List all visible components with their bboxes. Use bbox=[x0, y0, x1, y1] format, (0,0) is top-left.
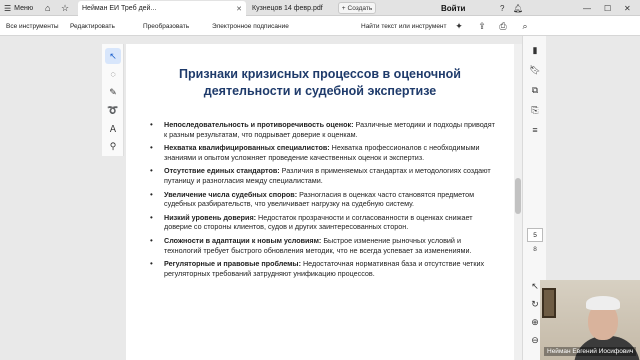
stamp-tool-icon[interactable]: ⚲ bbox=[105, 138, 121, 154]
bullet-heading: Отсутствие единых стандартов: bbox=[164, 166, 280, 176]
tab-label: Кузнецов 14 февр.pdf bbox=[252, 5, 323, 12]
menu-e-sign[interactable]: Электронное подписание bbox=[212, 16, 289, 36]
bullet-list: Непоследовательность и противоречивость … bbox=[150, 120, 496, 282]
toolbar: Все инструменты Редактировать Преобразов… bbox=[0, 16, 640, 36]
webcam-video: Нейман Евгений Иосифович bbox=[540, 280, 640, 360]
bullet-heading: Сложности в адаптации к новым условиям: bbox=[164, 235, 322, 245]
tab-document-2[interactable]: Кузнецов 14 февр.pdf bbox=[248, 1, 336, 16]
plus-icon: + bbox=[341, 4, 346, 12]
sign-in-button[interactable]: Войти bbox=[441, 0, 465, 16]
print-icon[interactable]: ⎙ bbox=[496, 19, 510, 33]
find-text-label: Найти текст или инструмент bbox=[361, 22, 447, 30]
sign-in-label: Войти bbox=[441, 3, 466, 13]
menu-edit[interactable]: Редактировать bbox=[70, 16, 115, 36]
text-tool-icon[interactable]: Ａ bbox=[105, 120, 121, 136]
bullet-heading: Низкий уровень доверия: bbox=[164, 212, 257, 222]
list-item: Непоследовательность и противоречивость … bbox=[150, 120, 496, 139]
find-text-tool[interactable]: Найти текст или инструмент bbox=[361, 16, 447, 36]
bullet-heading: Нехватка квалифицированных специалистов: bbox=[164, 143, 330, 153]
left-tool-panel: ↖ ◌ ✎ ➰ Ａ ⚲ bbox=[102, 44, 124, 156]
tab-document-1[interactable]: Нейман ЕИ Треб дей... ✕ bbox=[78, 1, 246, 16]
menu-all-tools[interactable]: Все инструменты bbox=[6, 16, 59, 36]
share-icon[interactable]: ⇪ bbox=[475, 19, 489, 33]
close-window-icon[interactable]: ✕ bbox=[624, 0, 631, 16]
bullet-heading: Увеличение числа судебных споров: bbox=[164, 189, 298, 199]
hamburger-icon: ☰ bbox=[4, 3, 12, 13]
list-item: Регуляторные и правовые проблемы: Недост… bbox=[150, 259, 496, 278]
bell-icon[interactable]: 🔔︎ bbox=[513, 0, 523, 16]
document-scrollbar[interactable] bbox=[514, 44, 522, 360]
attachment-icon[interactable]: ⎘ bbox=[527, 102, 543, 118]
comment-tool-icon[interactable]: ◌ bbox=[105, 66, 121, 82]
presenter-hair bbox=[586, 296, 620, 310]
menu-convert[interactable]: Преобразовать bbox=[143, 16, 189, 36]
tab-label: Нейман ЕИ Треб дей... bbox=[82, 5, 157, 12]
bullet-heading: Непоследовательность и противоречивость … bbox=[164, 120, 354, 129]
picture-frame bbox=[542, 288, 556, 318]
bullet-heading: Регуляторные и правовые проблемы: bbox=[164, 259, 301, 269]
current-page: 5 bbox=[533, 231, 537, 239]
select-tool-icon[interactable]: ↖ bbox=[105, 48, 121, 64]
home-icon[interactable]: ⌂ bbox=[45, 0, 50, 16]
list-item: Увеличение числа судебных споров: Разног… bbox=[150, 190, 496, 209]
page-number-input[interactable]: 5 bbox=[527, 228, 543, 242]
new-tab-label: Создать bbox=[347, 4, 373, 12]
close-tab-icon[interactable]: ✕ bbox=[236, 5, 242, 13]
list-item: Низкий уровень доверия: Недостаток прозр… bbox=[150, 213, 496, 232]
lasso-tool-icon[interactable]: ➰ bbox=[105, 102, 121, 118]
app-menu-button[interactable]: ☰ Меню bbox=[4, 0, 33, 16]
ai-assistant-icon[interactable]: ✦ bbox=[452, 19, 466, 33]
help-icon[interactable]: ? bbox=[500, 0, 504, 16]
sidebar-toggle-icon[interactable]: ▮ bbox=[527, 42, 543, 58]
app-menu-label: Меню bbox=[14, 4, 34, 12]
new-tab-button[interactable]: + Создать bbox=[338, 2, 376, 14]
layers-icon[interactable]: ≡ bbox=[527, 122, 543, 138]
list-item: Нехватка квалифицированных специалистов:… bbox=[150, 143, 496, 162]
bookmark-icon[interactable]: 🔖︎ bbox=[527, 62, 543, 78]
page-title: Признаки кризисных процессов в оценочной… bbox=[179, 67, 461, 98]
page-total: 8 bbox=[533, 246, 537, 253]
list-item: Сложности в адаптации к новым условиям: … bbox=[150, 236, 496, 255]
pen-tool-icon[interactable]: ✎ bbox=[105, 84, 121, 100]
star-icon[interactable]: ☆ bbox=[61, 0, 69, 16]
minimize-icon[interactable]: — bbox=[583, 0, 591, 16]
document-page: Признаки кризисных процессов в оценочной… bbox=[126, 44, 514, 360]
list-item: Отсутствие единых стандартов: Различия в… bbox=[150, 166, 496, 185]
copy-icon[interactable]: ⧉ bbox=[527, 82, 543, 98]
presenter-name: Нейман Евгений Иосифович bbox=[544, 347, 637, 356]
search-icon[interactable]: ⌕ bbox=[518, 19, 532, 33]
scroll-thumb[interactable] bbox=[515, 178, 521, 214]
maximize-icon[interactable]: ☐ bbox=[604, 0, 611, 16]
browser-tab-bar: ☰ Меню ⌂ ☆ Нейман ЕИ Треб дей... ✕ Кузне… bbox=[0, 0, 640, 16]
